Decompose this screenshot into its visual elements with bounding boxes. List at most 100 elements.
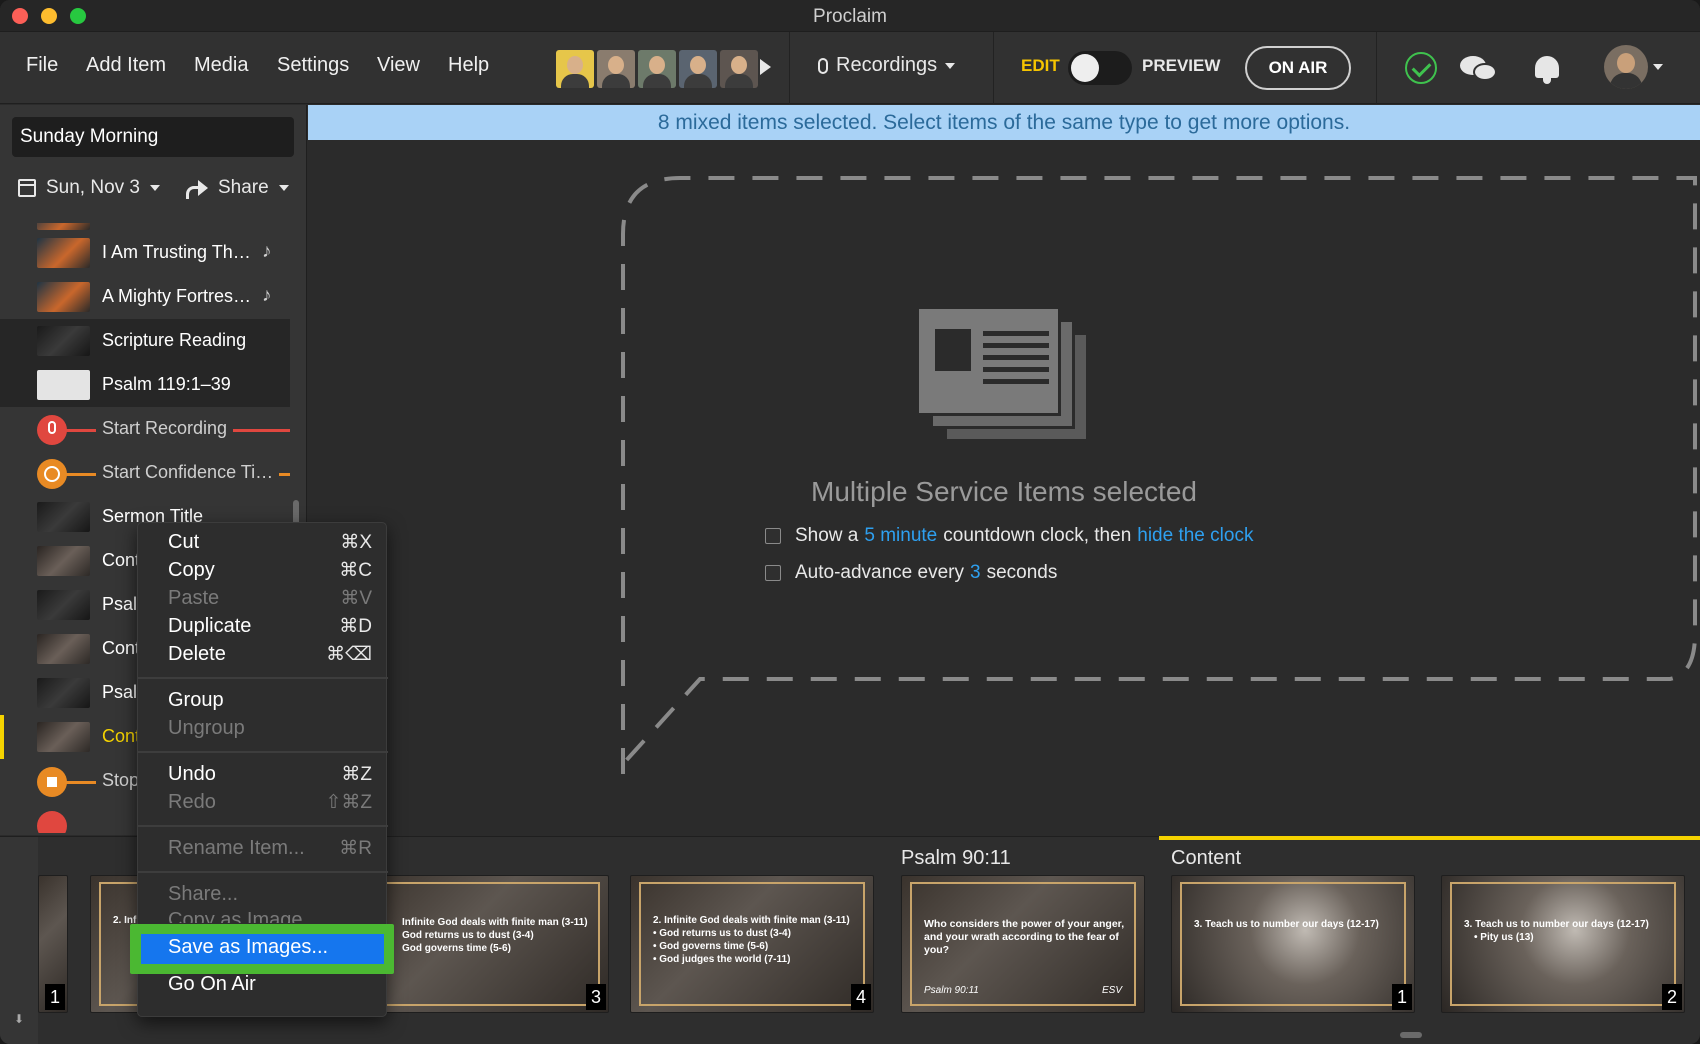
chevron-down-icon [278,185,289,191]
item-label: Psalm 119:1–39 [102,374,231,394]
record-marker-icon [37,415,67,445]
item-thumbnail [37,282,90,312]
multi-select-title: Multiple Service Items selected [811,476,1197,507]
menu-item-delete[interactable]: Delete [168,643,226,666]
auto-advance-seconds-link[interactable]: 3 [970,562,981,584]
collaborator-avatars [556,50,758,88]
service-date-label: Sun, Nov 3 [46,177,140,198]
clock-marker-icon [37,459,67,489]
notifications-bell-icon[interactable] [1532,52,1562,86]
toolbar-divider [789,32,790,104]
collaborator-avatar[interactable] [679,50,717,88]
list-item[interactable]: Psalm 119:1–39 [0,363,290,407]
service-name-field[interactable]: Sunday Morning [12,117,294,157]
music-note-icon: ♪ [262,241,272,262]
auto-advance-checkbox[interactable] [765,565,781,581]
user-avatar[interactable] [1604,45,1648,89]
menu-media[interactable]: Media [194,54,248,77]
slide-version: ESV [1101,985,1122,996]
item-label: Stop [102,770,140,790]
list-item[interactable]: Scripture Reading [0,319,290,363]
play-icon[interactable] [760,59,771,75]
slide-thumbnail[interactable]: Infinite God deals with finite man (3-11… [365,875,609,1013]
menu-item-group[interactable]: Group [168,689,224,712]
slide-text: Infinite God deals with finite man (3-11… [402,917,588,954]
recordings-label: Recordings [836,54,938,76]
service-date-dropdown[interactable]: Sun, Nov 3 [18,177,160,199]
slide-number: 4 [851,984,871,1010]
slide-text: Who considers the power of your anger, a… [924,918,1125,956]
slide-thumbnail[interactable]: 3. Teach us to number our days (12-17) 1 [1171,875,1415,1013]
clock-action-link[interactable]: hide the clock [1137,525,1253,547]
item-label: Start Confidence Ti… [102,462,274,482]
strip-scrollbar[interactable] [1400,1032,1422,1038]
toolbar: File Add Item Media Settings View Help R… [0,32,1700,104]
chevron-down-icon[interactable] [1653,64,1663,70]
menu-file[interactable]: File [26,54,58,77]
item-thumbnail [37,223,90,230]
slide-number: 3 [586,984,606,1010]
slide-thumbnail[interactable]: 2. Infinite God deals with finite man (3… [630,875,874,1013]
selection-notice: 8 mixed items selected. Select items of … [308,105,1700,140]
item-label: Psal [102,682,138,702]
slide-text: 3. Teach us to number our days (12-17) [1194,919,1379,930]
list-item[interactable]: Start Recording [0,407,290,451]
option-text: seconds [986,562,1058,583]
collaborator-avatar[interactable] [556,50,594,88]
scroll-down-icon[interactable]: ⬇ [14,1012,24,1026]
menu-item-undo[interactable]: Undo [168,763,216,786]
slide-thumbnail[interactable]: 3. Teach us to number our days (12-17) •… [1441,875,1685,1013]
menu-item-duplicate[interactable]: Duplicate [168,615,251,638]
menu-separator [138,677,388,679]
menu-help[interactable]: Help [448,54,489,77]
item-thumbnail [37,326,90,356]
menu-item-go-on-air[interactable]: Go On Air [168,973,256,996]
menu-settings[interactable]: Settings [277,54,349,77]
collaborator-avatar[interactable] [638,50,676,88]
collaborator-avatar[interactable] [720,50,758,88]
active-indicator [0,715,4,759]
slide-number: 2 [1662,984,1682,1010]
edit-preview-toggle[interactable] [1068,51,1132,85]
shortcut-copy: ⌘C [339,560,372,581]
on-air-button[interactable]: ON AIR [1245,46,1351,90]
chevron-down-icon [150,185,160,191]
option-text: Show a [795,525,859,546]
menu-item-rename: Rename Item... [168,837,305,859]
item-label: A Mighty Fortres… [102,286,252,306]
menu-item-cut[interactable]: Cut [168,531,199,554]
list-item[interactable]: Start Confidence Ti… [0,451,290,495]
countdown-minutes-link[interactable]: 5 minute [864,525,937,547]
menu-item-paste: Paste [168,587,220,609]
collaborator-avatar[interactable] [597,50,635,88]
chevron-down-icon [945,62,956,69]
shortcut-paste: ⌘V [340,588,372,609]
chat-icon[interactable] [1460,54,1498,84]
slide-thumbnail[interactable]: 1 [38,875,68,1013]
status-check-icon[interactable] [1405,52,1437,84]
item-thumbnail [37,546,90,576]
countdown-checkbox[interactable] [765,528,781,544]
menu-view[interactable]: View [377,54,420,77]
menu-item-share: Share... [168,883,239,905]
item-label: Cont [102,550,141,570]
menu-separator [138,825,388,827]
share-dropdown[interactable]: Share [186,177,289,199]
edit-mode-label[interactable]: EDIT [1021,56,1060,76]
item-label: Cont [102,638,141,658]
preview-mode-label[interactable]: PREVIEW [1142,56,1220,76]
shortcut-delete: ⌘⌫ [326,644,372,665]
save-as-images-label: Save as Images... [168,936,329,958]
item-label: Cont [102,726,141,746]
music-note-icon: ♪ [262,285,272,306]
slide-thumbnail[interactable]: Who considers the power of your anger, a… [901,875,1145,1013]
list-item[interactable]: A Mighty Fortres… ♪ [0,275,290,319]
item-thumbnail [37,502,90,532]
menu-item-copy[interactable]: Copy [168,559,215,582]
recordings-dropdown[interactable]: Recordings [818,54,956,77]
list-item[interactable]: I Am Trusting Th… ♪ [0,231,290,275]
section-header: Psalm 90:11 [901,847,1011,869]
share-arrow-icon [186,180,208,199]
app-window: Proclaim File Add Item Media Settings Vi… [0,0,1700,1044]
menu-add-item[interactable]: Add Item [86,54,166,77]
